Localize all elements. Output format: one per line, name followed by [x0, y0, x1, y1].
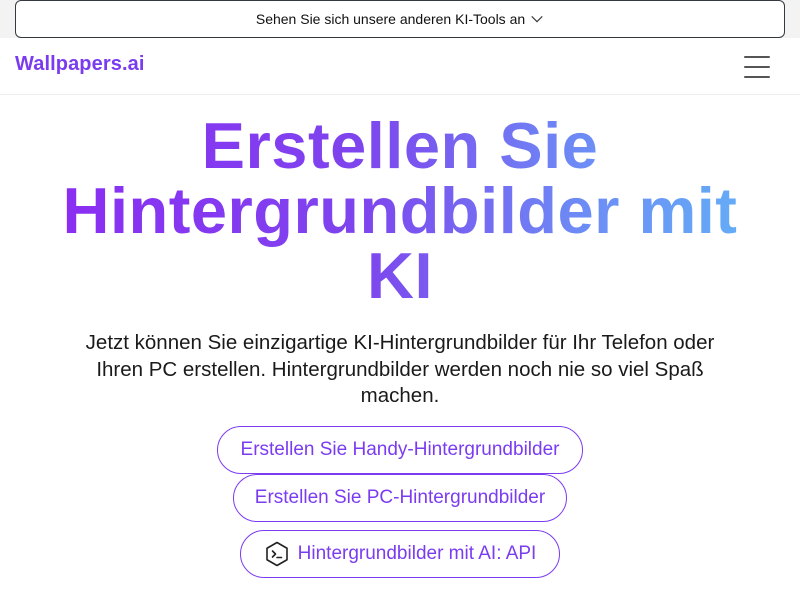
wallpapers-api-label: Hintergrundbilder mit AI: API — [297, 543, 537, 564]
brand-logo-link[interactable]: Wallpapers.ai — [15, 53, 145, 76]
hamburger-menu-icon[interactable] — [744, 56, 770, 78]
wallpapers-api-button[interactable]: Hintergrundbilder mit AI: API — [240, 530, 560, 578]
create-pc-wallpapers-button[interactable]: Erstellen Sie PC-Hintergrundbilder — [233, 474, 567, 522]
chevron-down-icon — [531, 15, 543, 23]
top-banner-area: Sehen Sie sich unsere anderen KI-Tools a… — [0, 0, 800, 38]
hero-title-line-1: Erstellen Sie — [201, 109, 599, 182]
terminal-hexagon-icon — [265, 541, 288, 567]
hero-title: Erstellen Sie Hintergrundbilder mit KI — [40, 113, 760, 308]
other-tools-label: Sehen Sie sich unsere anderen KI-Tools a… — [255, 11, 526, 27]
hero-title-line-2: Hintergrundbilder mit — [62, 174, 738, 247]
navbar: Wallpapers.ai — [0, 38, 800, 95]
create-phone-wallpapers-label: Erstellen Sie Handy-Hintergrundbilder — [240, 439, 560, 460]
hero-subtitle: Jetzt können Sie einzigartige KI-Hinterg… — [85, 331, 715, 407]
other-tools-dropdown-button[interactable]: Sehen Sie sich unsere anderen KI-Tools a… — [15, 0, 785, 38]
create-phone-wallpapers-button[interactable]: Erstellen Sie Handy-Hintergrundbilder — [217, 426, 583, 474]
create-pc-wallpapers-label: Erstellen Sie PC-Hintergrundbilder — [254, 487, 546, 508]
hero-title-line-3: KI — [367, 239, 433, 312]
